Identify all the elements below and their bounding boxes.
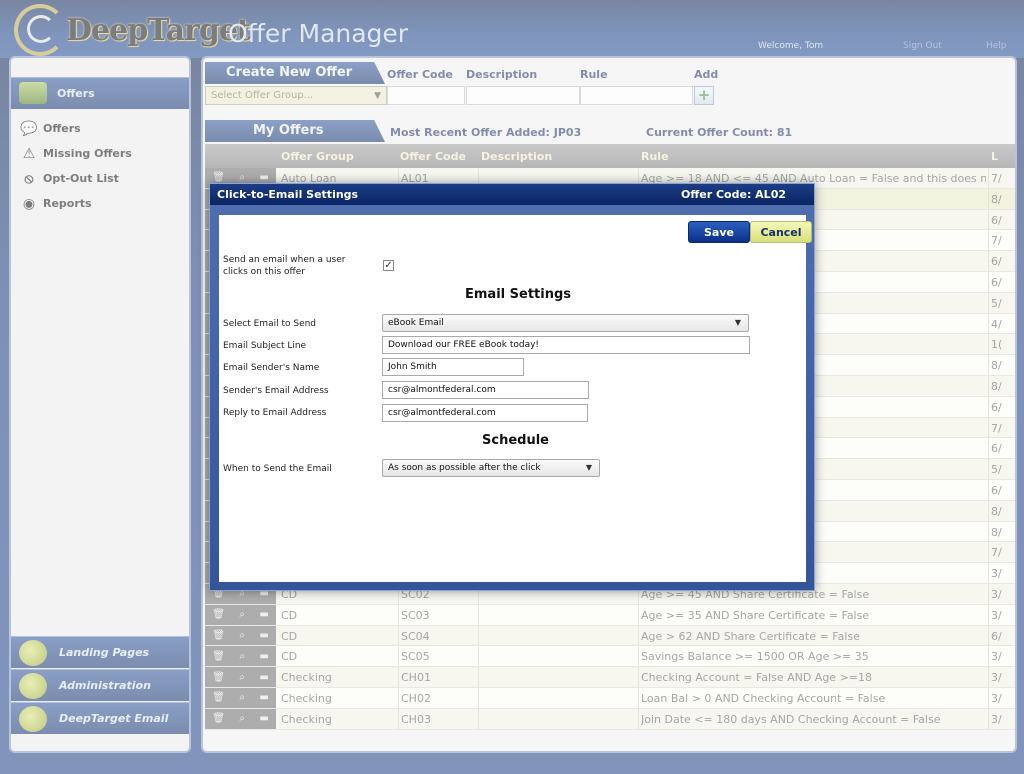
dialog-title: Click-to-Email Settings <box>217 188 359 201</box>
reply-email-input[interactable]: csr@almontfederal.com <box>382 404 588 422</box>
subject-line-input[interactable]: Download our FREE eBook today! <box>382 336 750 354</box>
sender-email-label: Sender's Email Address <box>223 386 329 396</box>
schedule-heading: Schedule <box>482 433 549 448</box>
click-to-email-dialog: Click-to-Email Settings Offer Code: AL02… <box>209 183 815 591</box>
reply-email-label: Reply to Email Address <box>223 408 327 418</box>
send-email-label: Send an email when a user clicks on this… <box>223 255 346 277</box>
save-button[interactable]: Save <box>688 221 750 243</box>
when-to-send-label: When to Send the Email <box>223 464 332 474</box>
dialog-body: Save Cancel Send an email when a user cl… <box>219 215 812 582</box>
dialog-offer-code: Offer Code: AL02 <box>681 188 786 201</box>
cancel-button[interactable]: Cancel <box>750 221 812 243</box>
when-to-send-dropdown[interactable]: As soon as possible after the click ▼ <box>382 459 600 477</box>
chevron-down-icon: ▼ <box>585 463 592 472</box>
chevron-down-icon: ▼ <box>734 318 741 327</box>
email-settings-heading: Email Settings <box>465 287 571 302</box>
select-email-label: Select Email to Send <box>223 319 317 329</box>
when-to-send-value: As soon as possible after the click <box>388 463 541 473</box>
send-email-checkbox[interactable]: ✓ <box>383 260 394 271</box>
subject-line-label: Email Subject Line <box>223 341 307 351</box>
sender-email-input[interactable]: csr@almontfederal.com <box>382 381 589 399</box>
select-email-value: eBook Email <box>388 318 444 328</box>
sender-name-input[interactable]: John Smith <box>382 358 524 376</box>
select-email-dropdown[interactable]: eBook Email ▼ <box>382 314 749 332</box>
sender-name-label: Email Sender's Name <box>223 363 320 373</box>
